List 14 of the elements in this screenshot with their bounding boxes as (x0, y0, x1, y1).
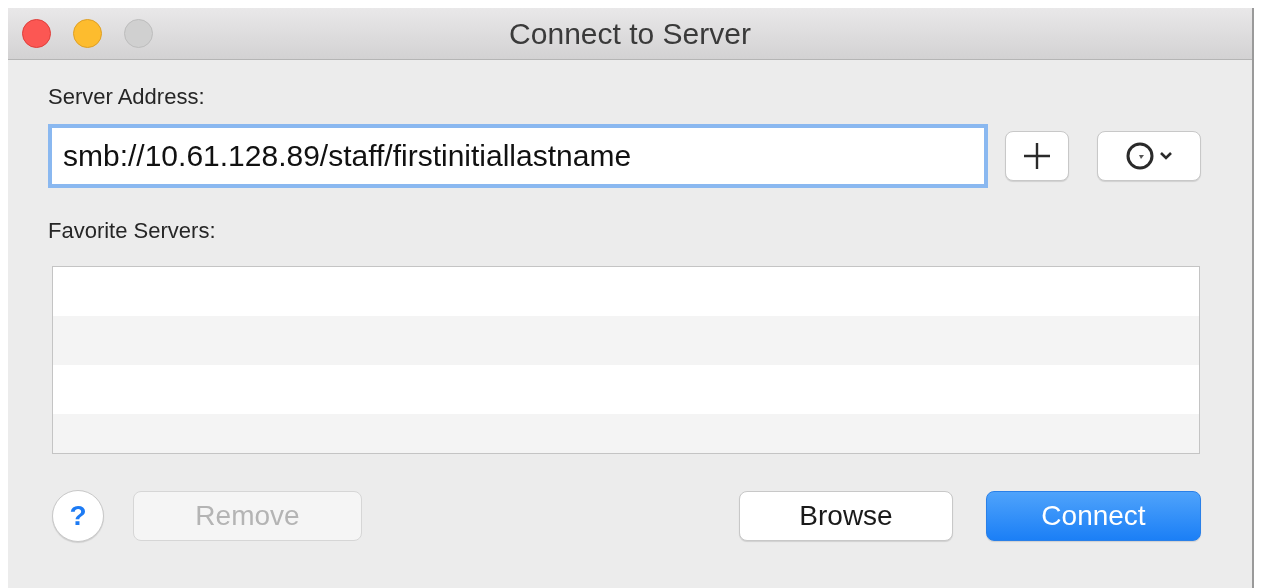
field-label: Favorite Servers: (48, 218, 216, 244)
chevron-icon (1159, 151, 1173, 161)
dialog-button[interactable]: Connect (986, 491, 1201, 541)
window-title: Connect to Server (509, 16, 751, 50)
dialog-button[interactable]: Browse (739, 491, 953, 541)
add-favorite-button[interactable] (1005, 131, 1069, 181)
clock-icon (1125, 141, 1155, 171)
address-field[interactable]: smb://10.61.128.89/staff/firstinitiallastname (48, 124, 988, 188)
field-label: Server Address: (48, 84, 205, 110)
close-button[interactable] (22, 19, 51, 48)
minimize-button[interactable] (73, 19, 102, 48)
recent-servers-button[interactable] (1097, 131, 1201, 181)
plus-icon (1022, 141, 1052, 171)
help-button[interactable]: ? (52, 490, 104, 542)
